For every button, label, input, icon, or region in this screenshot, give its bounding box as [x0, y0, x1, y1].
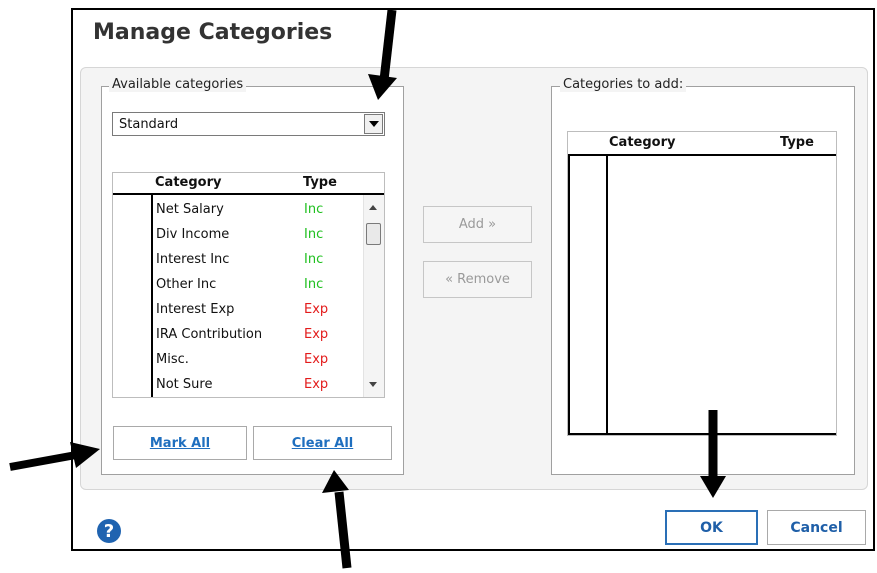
arrow-icon — [9, 9, 726, 569]
arrow-up-icon-bottom — [322, 470, 352, 569]
arrow-right-icon-left — [9, 442, 100, 471]
arrow-down-icon-top — [368, 9, 397, 100]
arrow-down-icon-ok — [700, 410, 726, 498]
